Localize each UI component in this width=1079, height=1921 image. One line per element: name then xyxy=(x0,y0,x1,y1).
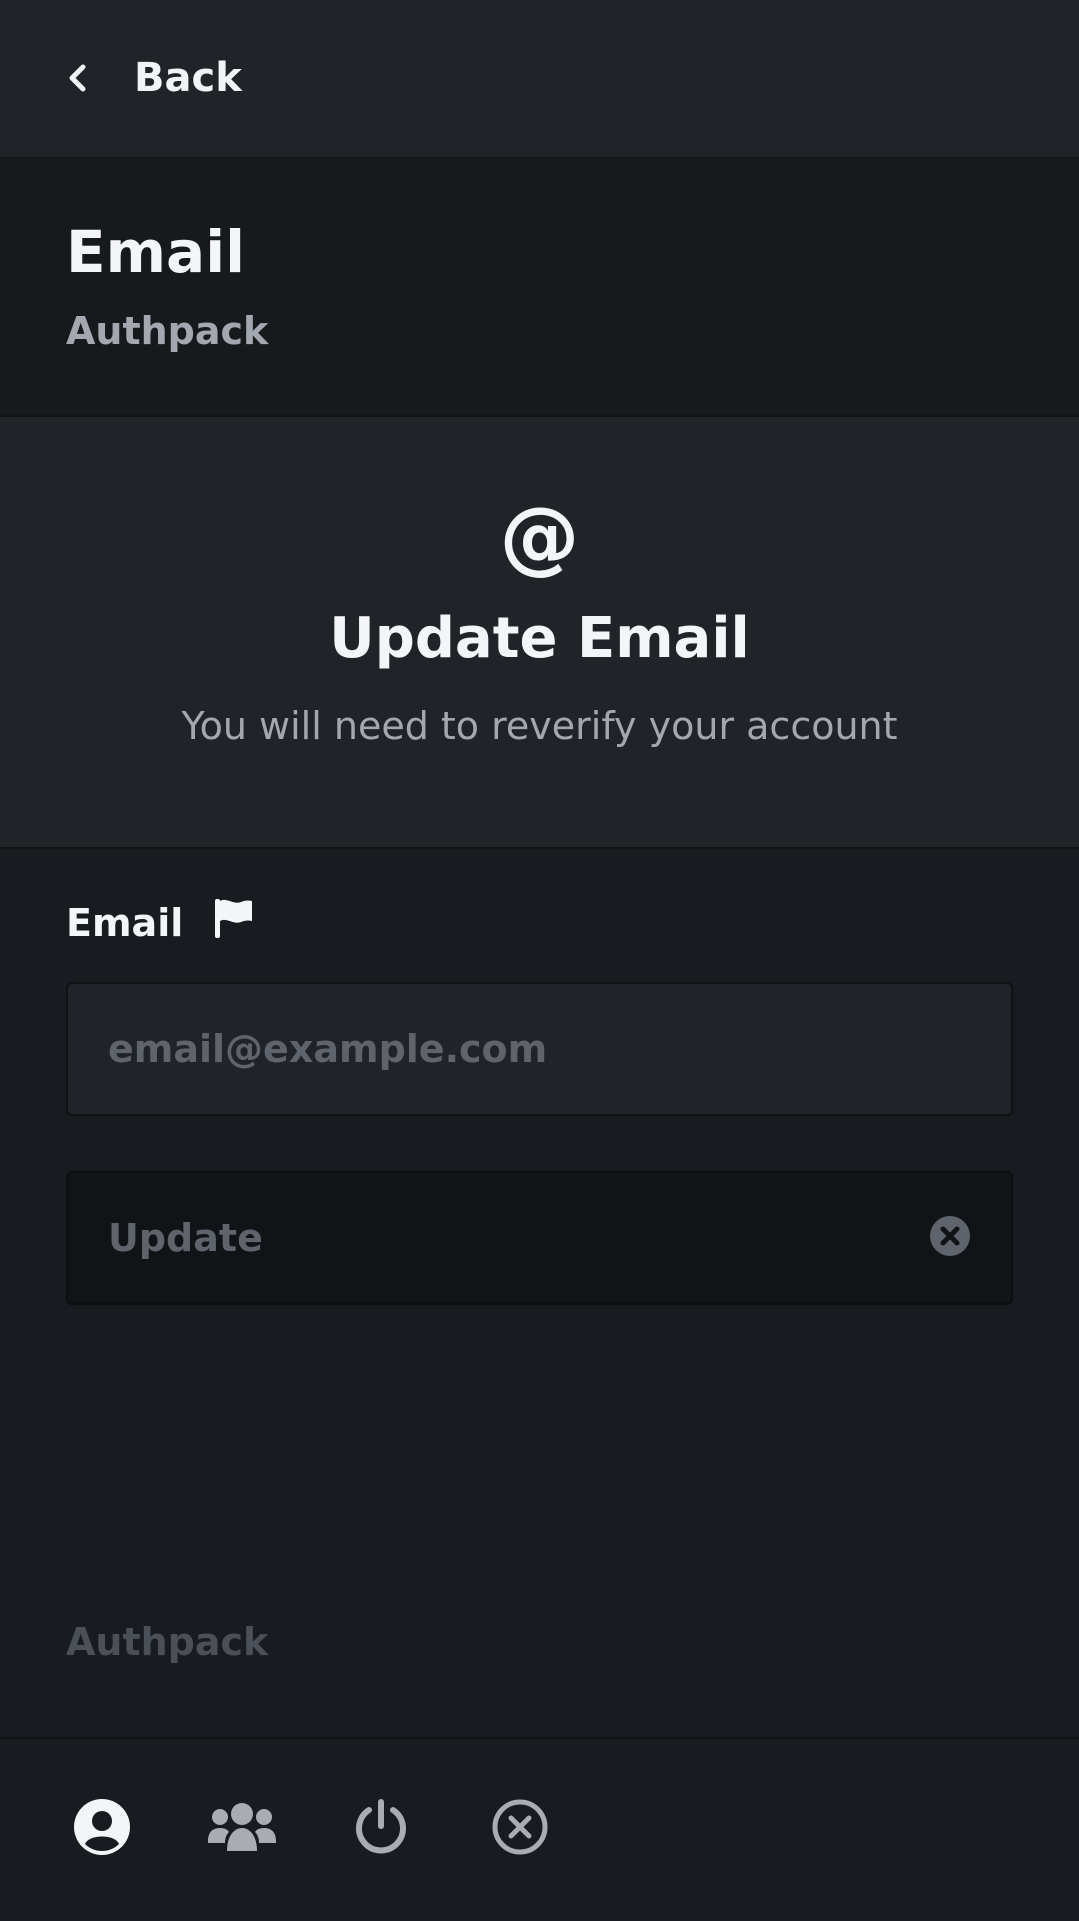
bottom-nav xyxy=(0,1737,1079,1921)
nav-teams-button[interactable] xyxy=(206,1799,278,1859)
close-circle-icon xyxy=(491,1798,549,1860)
back-button[interactable]: Back xyxy=(66,50,242,106)
page-subtitle: Authpack xyxy=(66,309,269,353)
page-header: Email Authpack xyxy=(0,159,1079,417)
footer-brand: Authpack xyxy=(66,1620,269,1664)
chevron-left-icon xyxy=(66,63,88,93)
top-bar: Back xyxy=(0,0,1079,159)
hero-description: You will need to reverify your account xyxy=(181,704,898,748)
nav-account-button[interactable] xyxy=(72,1799,132,1859)
hero-section: @ Update Email You will need to reverify… xyxy=(0,417,1079,849)
power-icon xyxy=(352,1798,410,1860)
user-circle-icon xyxy=(73,1798,131,1860)
update-button-label: Update xyxy=(108,1216,263,1260)
hero-title: Update Email xyxy=(329,606,750,671)
update-button[interactable]: Update xyxy=(66,1171,1013,1305)
at-sign-icon: @ xyxy=(499,490,580,583)
back-label: Back xyxy=(134,55,242,101)
email-field[interactable] xyxy=(66,982,1013,1116)
email-label: Email xyxy=(66,901,184,945)
page-title: Email xyxy=(66,218,245,286)
nav-close-button[interactable] xyxy=(490,1799,550,1859)
email-label-row: Email xyxy=(66,899,255,945)
email-form: Email Update Authpack xyxy=(0,849,1079,1737)
nav-logout-button[interactable] xyxy=(351,1799,411,1859)
clear-circle-icon[interactable] xyxy=(929,1215,971,1261)
users-icon xyxy=(206,1801,278,1857)
flag-icon xyxy=(211,896,255,944)
